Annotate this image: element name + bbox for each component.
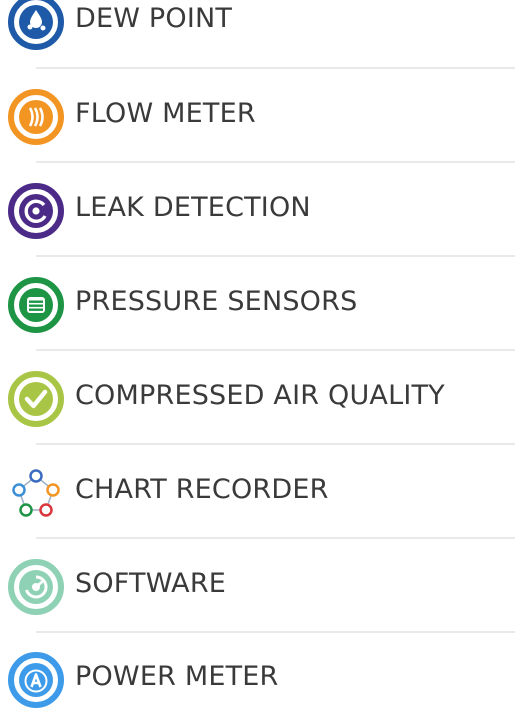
menu-item-software[interactable]: SOFTWARE — [0, 557, 517, 617]
divider — [36, 631, 515, 633]
menu-item-label: PRESSURE SENSORS — [75, 286, 358, 317]
menu-item-label: FLOW METER — [75, 98, 256, 129]
divider — [36, 255, 515, 257]
menu-item-compressed-air-quality[interactable]: COMPRESSED AIR QUALITY — [0, 369, 517, 429]
menu-item-label: COMPRESSED AIR QUALITY — [75, 380, 445, 411]
air-quality-icon — [8, 371, 64, 427]
flow-meter-icon — [8, 89, 64, 145]
divider — [36, 67, 515, 69]
divider — [36, 161, 515, 163]
product-category-menu: DEW POINT FLOW METER LEAK DETECTION PRES… — [0, 0, 517, 714]
divider — [36, 443, 515, 445]
menu-item-label: CHART RECORDER — [75, 474, 329, 505]
divider — [36, 349, 515, 351]
menu-item-chart-recorder[interactable]: CHART RECORDER — [0, 463, 517, 523]
chart-recorder-icon — [8, 465, 64, 521]
pressure-sensors-icon — [8, 277, 64, 333]
menu-item-label: DEW POINT — [75, 3, 233, 34]
leak-detection-icon — [8, 183, 64, 239]
menu-item-dew-point[interactable]: DEW POINT — [0, 0, 517, 52]
menu-item-label: POWER METER — [75, 661, 279, 692]
dew-point-icon — [8, 0, 64, 50]
software-icon — [8, 559, 64, 615]
menu-item-power-meter[interactable]: POWER METER — [0, 650, 517, 710]
power-meter-icon — [8, 652, 64, 708]
menu-item-pressure-sensors[interactable]: PRESSURE SENSORS — [0, 275, 517, 335]
menu-item-leak-detection[interactable]: LEAK DETECTION — [0, 181, 517, 241]
menu-item-label: LEAK DETECTION — [75, 192, 311, 223]
divider — [36, 537, 515, 539]
menu-item-label: SOFTWARE — [75, 568, 227, 599]
menu-item-flow-meter[interactable]: FLOW METER — [0, 87, 517, 147]
